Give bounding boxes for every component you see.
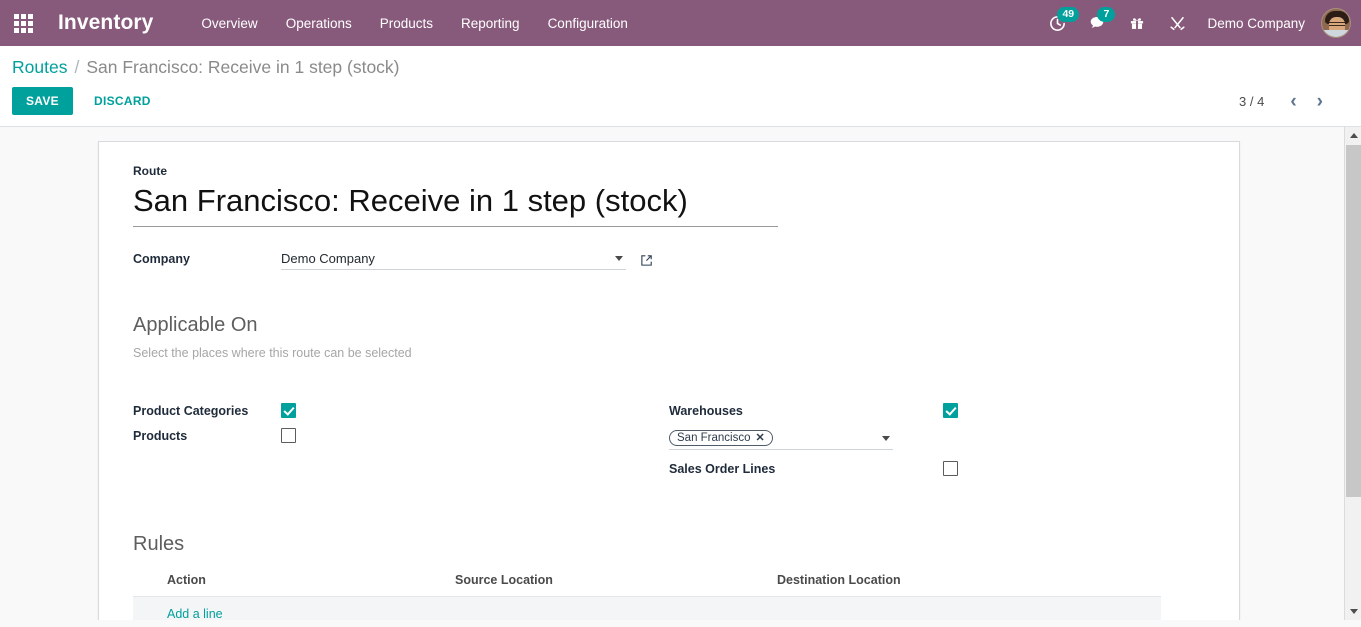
warehouses-row: Warehouses	[669, 398, 1205, 423]
activities-count-badge: 49	[1057, 7, 1080, 22]
messages-count-badge: 7	[1097, 7, 1116, 22]
products-label: Products	[133, 428, 188, 443]
product-categories-row: Product Categories	[133, 398, 669, 423]
activities-menu[interactable]: 49	[1037, 0, 1080, 46]
company-external-link-button[interactable]	[640, 254, 653, 267]
record-pager: 3 / 4 ‹ ›	[1239, 91, 1349, 112]
discard-button[interactable]: DISCARD	[81, 87, 164, 115]
company-field[interactable]: Demo Company	[281, 251, 626, 270]
avatar-shirt	[1322, 30, 1350, 37]
breadcrumb-separator: /	[74, 57, 80, 77]
form-sheet: Route San Francisco: Receive in 1 step (…	[98, 141, 1240, 620]
company-field-row: Company Demo Company	[133, 251, 1205, 270]
menu-item-operations[interactable]: Operations	[272, 10, 366, 37]
scroll-up-arrow[interactable]	[1345, 127, 1361, 144]
tag-remove-icon[interactable]: ✕	[756, 431, 765, 444]
avatar-glasses	[1329, 22, 1345, 26]
warehouses-tags-field[interactable]: San Francisco ✕	[669, 430, 893, 450]
breadcrumb-current: San Francisco: Receive in 1 step (stock)	[86, 57, 400, 77]
caret-down-icon[interactable]	[615, 256, 623, 261]
applicable-on-subtitle: Select the places where this route can b…	[133, 346, 412, 360]
debug-tools-menu[interactable]	[1157, 0, 1197, 46]
vertical-scrollbar[interactable]	[1344, 127, 1361, 620]
user-avatar[interactable]	[1321, 8, 1351, 38]
main-menu: Overview Operations Products Reporting C…	[187, 10, 641, 37]
tools-icon	[1170, 16, 1185, 30]
menu-item-reporting[interactable]: Reporting	[447, 10, 534, 37]
applicable-on-title: Applicable On	[133, 314, 258, 336]
apps-menu-toggle[interactable]	[0, 0, 46, 46]
column-header-destination-location: Destination Location	[777, 570, 1161, 597]
menu-item-overview[interactable]: Overview	[187, 10, 271, 37]
external-link-icon	[641, 255, 652, 266]
add-a-line-button[interactable]: Add a line	[133, 607, 223, 620]
company-switcher[interactable]: Demo Company	[1197, 10, 1315, 37]
pager-next-button[interactable]: ›	[1309, 91, 1331, 112]
breadcrumb: Routes / San Francisco: Receive in 1 ste…	[12, 46, 1349, 78]
pager-value: 3 / 4	[1239, 93, 1265, 109]
warehouse-tag-label: San Francisco	[677, 431, 751, 444]
pager-previous-button[interactable]: ‹	[1282, 91, 1304, 112]
warehouses-checkbox[interactable]	[943, 403, 958, 418]
warehouses-label: Warehouses	[669, 403, 743, 418]
form-view-scroller: Route San Francisco: Receive in 1 step (…	[0, 127, 1361, 620]
systray: 49 7 Demo Company	[1037, 0, 1361, 46]
rules-table: Action Source Location Destination Locat…	[133, 570, 1161, 620]
sales-order-lines-label: Sales Order Lines	[669, 461, 776, 476]
rules-table-body: Add a line	[133, 596, 1161, 620]
warehouses-caret-down-icon[interactable]	[882, 435, 890, 441]
company-label: Company	[133, 252, 190, 266]
add-a-line-cell: Add a line	[133, 596, 1161, 620]
rules-table-head: Action Source Location Destination Locat…	[133, 570, 1161, 597]
gift-icon	[1131, 18, 1144, 29]
sales-order-lines-row: Sales Order Lines	[669, 456, 1205, 481]
control-panel-actions: SAVE DISCARD 3 / 4 ‹ ›	[12, 78, 1349, 126]
breadcrumb-parent-routes[interactable]: Routes	[12, 57, 67, 78]
save-button[interactable]: SAVE	[12, 87, 73, 115]
menu-item-products[interactable]: Products	[366, 10, 447, 37]
product-categories-checkbox[interactable]	[281, 403, 296, 418]
content-area: Route San Francisco: Receive in 1 step (…	[0, 127, 1361, 620]
menu-item-configuration[interactable]: Configuration	[534, 10, 642, 37]
sales-order-lines-checkbox[interactable]	[943, 461, 958, 476]
top-navbar: Inventory Overview Operations Products R…	[0, 0, 1361, 46]
product-categories-label: Product Categories	[133, 403, 249, 418]
route-field-label: Route	[133, 164, 167, 178]
rules-header-row: Action Source Location Destination Locat…	[133, 570, 1161, 597]
gift-menu[interactable]	[1117, 0, 1157, 46]
add-a-line-row[interactable]: Add a line	[133, 596, 1161, 620]
applicable-on-left-column: Product Categories Products	[133, 398, 669, 481]
applicable-on-columns: Product Categories Products Warehouses S…	[133, 398, 1205, 481]
messaging-menu[interactable]: 7	[1077, 0, 1117, 46]
control-panel: Routes / San Francisco: Receive in 1 ste…	[0, 46, 1361, 127]
company-value[interactable]: Demo Company	[281, 251, 615, 266]
app-brand-inventory[interactable]: Inventory	[58, 11, 153, 35]
warehouse-tag[interactable]: San Francisco ✕	[669, 430, 773, 446]
products-checkbox[interactable]	[281, 428, 296, 443]
column-header-source-location: Source Location	[455, 570, 777, 597]
products-row: Products	[133, 423, 669, 448]
column-header-action: Action	[133, 570, 455, 597]
applicable-on-right-column: Warehouses San Francisco ✕ Sales Order L…	[669, 398, 1205, 481]
scroll-down-arrow[interactable]	[1345, 603, 1361, 620]
apps-grid-icon	[13, 13, 33, 33]
route-name-input[interactable]: San Francisco: Receive in 1 step (stock)	[133, 180, 778, 227]
rules-title: Rules	[133, 533, 185, 555]
scrollbar-thumb[interactable]	[1346, 145, 1361, 497]
